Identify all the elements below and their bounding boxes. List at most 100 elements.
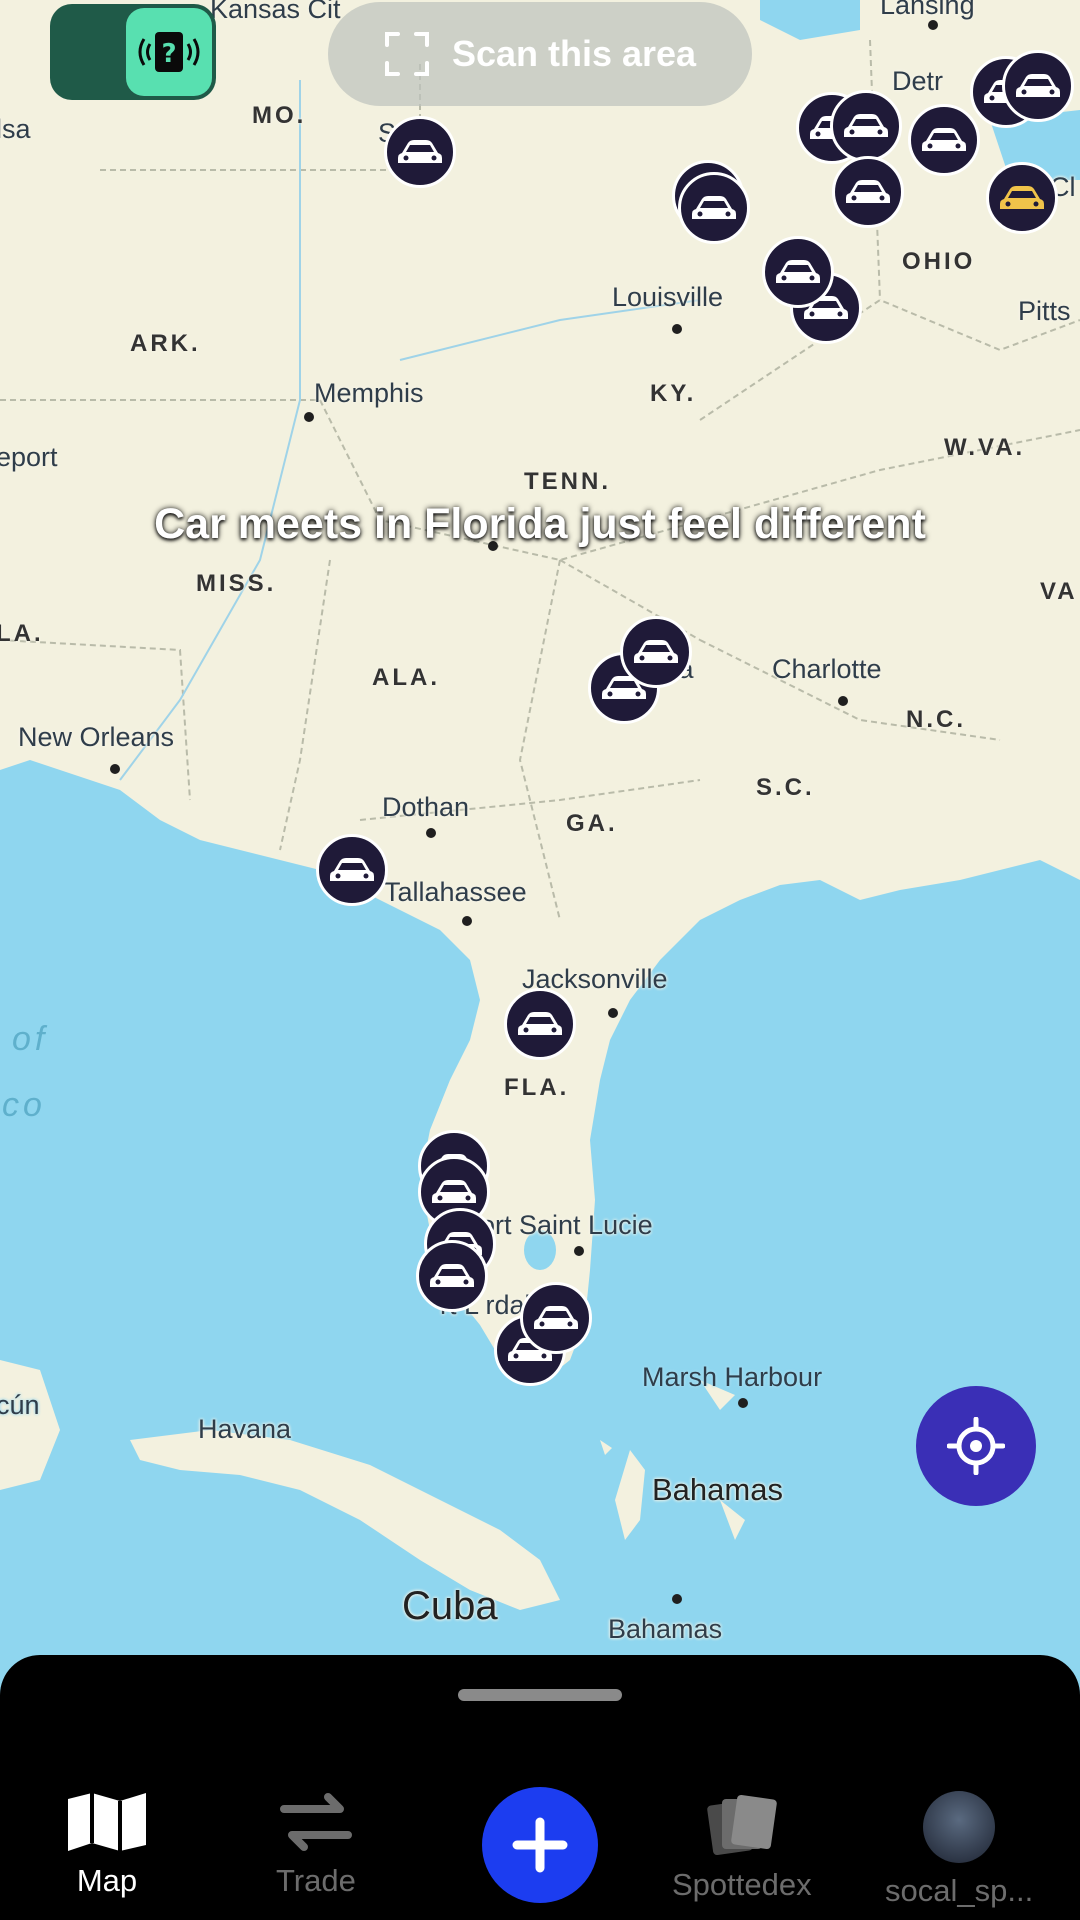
avatar — [923, 1791, 996, 1863]
city-dot — [608, 1008, 618, 1018]
car-icon — [430, 1264, 474, 1287]
map-label-ohio: OHIO — [902, 248, 976, 275]
car-spot-marker[interactable] — [416, 1240, 488, 1312]
car-spot-marker[interactable] — [1002, 50, 1074, 122]
car-icon — [1016, 74, 1060, 97]
map-label-gulf_of: of — [12, 1020, 49, 1058]
map-label-cancun: cún — [0, 1390, 40, 1420]
bottom-nav: Map Trade Spottedex socal_sp... — [0, 1735, 1080, 1920]
scan-area-button[interactable]: Scan this area — [328, 2, 752, 106]
car-spot-marker[interactable] — [830, 90, 902, 162]
map-label-ala: ALA. — [372, 664, 440, 691]
nav-label-trade: Trade — [276, 1863, 356, 1898]
city-dot — [462, 916, 472, 926]
car-icon — [776, 260, 820, 283]
sheet-drag-handle[interactable] — [458, 1689, 622, 1701]
map-label-memphis: Memphis — [314, 378, 424, 408]
city-dot — [304, 412, 314, 422]
map-label-tallahassee: Tallahassee — [384, 877, 527, 907]
car-spot-marker[interactable] — [316, 834, 388, 906]
swap-arrows-icon — [278, 1791, 354, 1851]
map-label-ark: ARK. — [130, 330, 201, 357]
city-dot — [928, 20, 938, 30]
car-spot-marker[interactable] — [832, 156, 904, 228]
map-label-shreveport: eport — [0, 442, 58, 472]
map-icon — [68, 1793, 146, 1851]
map-label-gulf_co: co — [2, 1086, 46, 1124]
car-icon — [534, 1306, 578, 1329]
map-label-fla: FLA. — [504, 1074, 570, 1101]
car-icon — [692, 196, 736, 219]
car-icon — [846, 180, 890, 203]
map-label-tulsa: lsa — [0, 114, 31, 144]
bottom-sheet[interactable] — [0, 1655, 1080, 1735]
map-label-neworleans: New Orleans — [18, 722, 175, 752]
map-label-lansing: Lansing — [880, 0, 975, 20]
nav-item-trade[interactable]: Trade — [276, 1791, 356, 1899]
map-label-miss: MISS. — [196, 570, 277, 597]
crosshair-icon — [947, 1417, 1005, 1475]
car-spot-marker[interactable] — [620, 616, 692, 688]
map-label-tenn: TENN. — [524, 468, 611, 495]
car-icon — [432, 1180, 476, 1203]
map-label-havana: Havana — [198, 1414, 292, 1444]
add-spot-button[interactable] — [482, 1787, 598, 1903]
scan-frame-icon — [384, 32, 429, 76]
map-label-portstlucie: ort Saint Lucie — [480, 1210, 653, 1240]
question-signal-icon: ? — [126, 8, 212, 96]
map-label-pittsburgh: Pitts — [1018, 296, 1071, 326]
map-label-detroit: Detr — [892, 66, 944, 96]
scan-area-label: Scan this area — [451, 33, 697, 74]
nav-label-profile: socal_sp... — [885, 1873, 1034, 1908]
cards-icon — [707, 1794, 777, 1856]
map-label-louisville: Louisville — [612, 282, 724, 312]
car-icon — [922, 128, 966, 151]
car-spot-marker[interactable] — [908, 104, 980, 176]
nav-item-spottedex[interactable]: Spottedex — [672, 1791, 812, 1903]
map-label-marshharbour: Marsh Harbour — [642, 1362, 823, 1392]
nav-label-spottedex: Spottedex — [672, 1867, 812, 1902]
nav-item-profile[interactable]: socal_sp... — [885, 1791, 1033, 1909]
car-spot-marker-gold[interactable] — [986, 162, 1058, 234]
city-dot — [574, 1246, 584, 1256]
city-dot — [838, 696, 848, 706]
city-dot — [672, 1594, 682, 1604]
car-icon — [1000, 186, 1044, 209]
map-label-charlotte: Charlotte — [772, 654, 882, 684]
city-dot — [738, 1398, 748, 1408]
map-view[interactable]: Kansas CitLansingDetrlsaS uisLouisvilleP… — [0, 0, 1080, 1660]
nav-label-map: Map — [76, 1863, 138, 1898]
map-label-cuba: Cuba — [402, 1584, 498, 1628]
map-label-wva: W.VA. — [944, 434, 1026, 461]
car-spot-marker[interactable] — [504, 988, 576, 1060]
car-icon — [518, 1012, 562, 1035]
car-spot-marker[interactable] — [520, 1282, 592, 1354]
video-caption: Car meets in Florida just feel different — [154, 500, 926, 548]
map-label-kansas: Kansas Cit — [210, 0, 341, 24]
car-icon — [330, 858, 374, 881]
map-label-bahamas1: Bahamas — [652, 1472, 783, 1507]
plus-icon — [512, 1817, 568, 1873]
car-icon — [398, 140, 442, 163]
locate-me-button[interactable] — [916, 1386, 1036, 1506]
mode-toggle[interactable]: ? — [50, 4, 216, 100]
map-label-va: VA — [1040, 578, 1078, 605]
map-label-sc: S.C. — [756, 774, 815, 801]
map-label-ga: GA. — [566, 810, 618, 837]
city-dot — [672, 324, 682, 334]
car-spot-marker[interactable] — [762, 236, 834, 308]
map-label-dothan: Dothan — [382, 792, 470, 822]
map-label-bahamas2: Bahamas — [608, 1614, 723, 1644]
car-spot-marker[interactable] — [384, 116, 456, 188]
car-spot-marker[interactable] — [678, 172, 750, 244]
svg-text:?: ? — [161, 39, 176, 69]
car-icon — [844, 114, 888, 137]
city-dot — [426, 828, 436, 838]
nav-item-map[interactable]: Map — [66, 1791, 148, 1899]
map-label-mo: MO. — [252, 102, 307, 129]
map-label-la: LA. — [0, 620, 44, 647]
city-dot — [110, 764, 120, 774]
map-label-ky: KY. — [650, 380, 697, 407]
map-label-nc: N.C. — [906, 706, 966, 733]
car-icon — [634, 640, 678, 663]
